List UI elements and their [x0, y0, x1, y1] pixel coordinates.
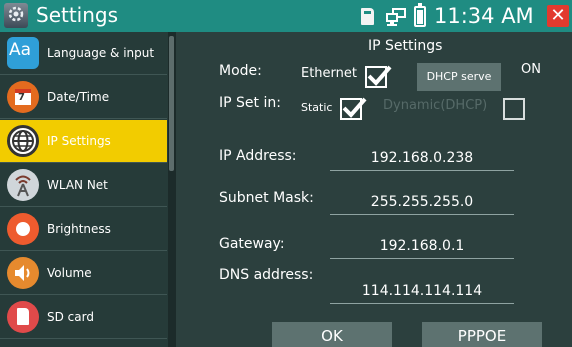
language-icon: Aa: [7, 37, 39, 69]
ip-address-label: IP Address:: [219, 148, 297, 164]
sd-card-status-icon: [361, 8, 374, 25]
sidebar: Aa Language & input 7 Date/Time IP Setti…: [0, 32, 176, 347]
sidebar-item-label: Brightness: [47, 222, 111, 236]
wlan-icon: [7, 169, 39, 201]
sidebar-item-label: IP Settings: [47, 134, 111, 148]
mode-label: Mode:: [219, 63, 262, 79]
ip-address-field[interactable]: 192.168.0.238: [330, 150, 514, 166]
sidebar-item-language[interactable]: Aa Language & input: [0, 32, 167, 75]
dynamic-dhcp-checkbox[interactable]: [503, 98, 525, 120]
dynamic-dhcp-label: Dynamic(DHCP): [383, 98, 488, 113]
ok-button[interactable]: OK: [272, 322, 392, 347]
sidebar-item-label: Volume: [47, 266, 92, 280]
sidebar-item-volume[interactable]: Volume: [0, 252, 167, 295]
gateway-label: Gateway:: [219, 236, 285, 252]
sidebar-item-date-time[interactable]: 7 Date/Time: [0, 76, 167, 119]
sidebar-item-sd-card[interactable]: SD card: [0, 296, 167, 339]
gateway-underline: [330, 258, 514, 259]
sidebar-item-label: WLAN Net: [47, 178, 108, 192]
volume-icon: [7, 257, 39, 289]
static-label: Static: [301, 101, 333, 114]
pppoe-button[interactable]: PPPOE: [422, 322, 542, 347]
sidebar-item-ip-settings[interactable]: IP Settings: [0, 120, 167, 163]
dhcp-serve-button[interactable]: DHCP serve: [417, 63, 501, 91]
sidebar-scrollbar-thumb[interactable]: [169, 36, 174, 171]
static-checkbox[interactable]: [340, 97, 367, 120]
ethernet-checkbox[interactable]: [365, 65, 392, 88]
sidebar-item-label: SD card: [47, 310, 94, 324]
close-button[interactable]: ✕: [547, 5, 569, 27]
subnet-mask-field[interactable]: 255.255.255.0: [330, 194, 514, 210]
calendar-icon: 7: [7, 81, 39, 113]
subnet-mask-underline: [330, 214, 514, 215]
panel-title: IP Settings: [368, 38, 443, 54]
title-bar: Settings 11:34 AM ✕: [0, 0, 572, 32]
ip-address-underline: [330, 170, 514, 171]
clock: 11:34 AM: [434, 4, 534, 28]
ip-set-in-label: IP Set in:: [219, 95, 281, 111]
dns-address-label: DNS address:: [219, 267, 314, 283]
dhcp-serve-state: ON: [521, 62, 541, 77]
checkmark-icon: [342, 97, 367, 118]
dns-address-underline: [330, 303, 514, 304]
battery-icon: [414, 3, 426, 27]
mode-value: Ethernet: [301, 66, 357, 81]
sidebar-item-label: Language & input: [47, 46, 155, 60]
app-title: Settings: [36, 3, 119, 27]
checkmark-icon: [367, 65, 392, 86]
sidebar-item-label: Date/Time: [47, 90, 110, 104]
dns-address-field[interactable]: 114.114.114.114: [330, 283, 514, 299]
subnet-mask-label: Subnet Mask:: [219, 190, 314, 206]
sidebar-item-wlan[interactable]: WLAN Net: [0, 164, 167, 207]
sd-card-icon: [7, 301, 39, 333]
settings-app-icon: [4, 3, 28, 28]
sidebar-item-brightness[interactable]: Brightness: [0, 208, 167, 251]
globe-icon: [7, 125, 39, 157]
gateway-field[interactable]: 192.168.0.1: [330, 238, 514, 254]
network-icon: [385, 7, 407, 26]
brightness-icon: [7, 213, 39, 245]
